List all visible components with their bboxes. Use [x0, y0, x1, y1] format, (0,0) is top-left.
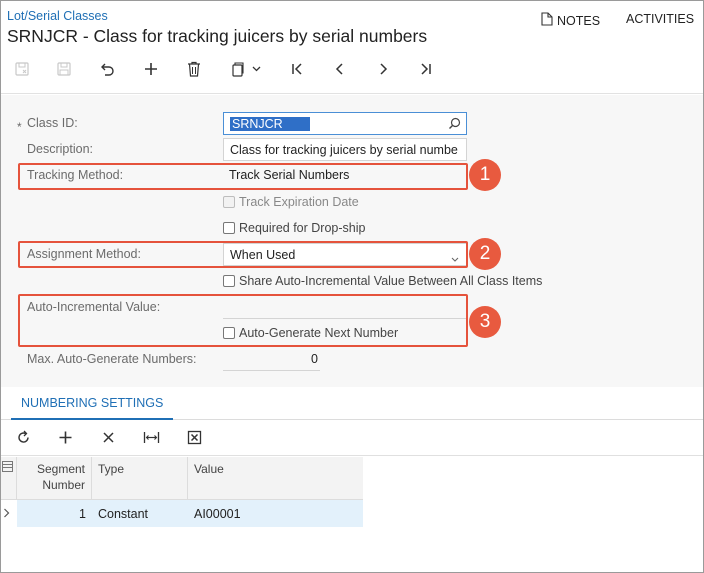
column-header-type[interactable]: Type: [92, 457, 188, 500]
undo-icon: [99, 61, 115, 77]
chevron-right-icon: [376, 62, 390, 76]
notes-label: NOTES: [557, 13, 601, 28]
undo-button[interactable]: [94, 56, 120, 82]
notes-button[interactable]: NOTES: [541, 12, 600, 29]
checkbox-box: [223, 222, 235, 234]
tab-numbering-settings[interactable]: NUMBERING SETTINGS: [11, 387, 174, 420]
fit-width-icon: [143, 431, 160, 447]
class-id-input[interactable]: SRNJCR: [223, 112, 467, 135]
max-auto-generate-underline: [223, 370, 320, 371]
class-id-label: Class ID:: [27, 116, 78, 130]
class-id-value: SRNJCR: [230, 116, 310, 131]
segment-header-line2: Number: [42, 478, 85, 492]
tab-bar: NUMBERING SETTINGS: [1, 387, 703, 420]
row-selector-header[interactable]: [1, 457, 17, 500]
plus-icon: [58, 430, 73, 448]
close-icon: [102, 431, 115, 447]
copy-icon: [230, 61, 246, 77]
max-auto-generate-input[interactable]: 0: [223, 352, 318, 366]
last-record-button[interactable]: [413, 56, 439, 82]
tracking-method-highlight: [18, 163, 468, 190]
column-header-value[interactable]: Value: [188, 457, 363, 500]
checkbox-box: [223, 196, 235, 208]
breadcrumb[interactable]: Lot/Serial Classes: [7, 9, 108, 23]
segment-header-line1: Segment: [36, 462, 85, 476]
grid-toolbar: [1, 421, 703, 456]
share-auto-incremental-label: Share Auto-Incremental Value Between All…: [239, 274, 543, 288]
activities-label: ACTIVITIES: [626, 12, 695, 26]
cell-segment-number[interactable]: 1: [17, 500, 92, 527]
required-marker: *: [17, 120, 22, 134]
max-auto-generate-label: Max. Auto-Generate Numbers:: [27, 352, 197, 366]
delete-row-button[interactable]: [95, 427, 121, 451]
first-record-button[interactable]: [284, 56, 310, 82]
share-auto-incremental-checkbox[interactable]: Share Auto-Incremental Value Between All…: [223, 274, 542, 288]
excel-icon: [187, 430, 202, 448]
add-button[interactable]: [138, 56, 164, 82]
chevron-left-icon: [333, 62, 347, 76]
callout-badge-1: 1: [469, 159, 501, 191]
chevron-down-icon: [252, 66, 261, 72]
plus-icon: [143, 61, 159, 77]
assignment-method-highlight: [18, 241, 468, 268]
auto-incremental-highlight: [18, 294, 468, 347]
track-expiration-label: Track Expiration Date: [239, 195, 359, 209]
description-label: Description:: [27, 142, 93, 156]
last-record-icon: [419, 62, 433, 76]
save-close-button[interactable]: [9, 56, 35, 82]
checkbox-box: [223, 275, 235, 287]
export-excel-button[interactable]: [181, 427, 207, 451]
column-header-segment-number[interactable]: Segment Number: [17, 457, 92, 500]
chevron-right-icon: [3, 507, 10, 521]
cell-type[interactable]: Constant: [92, 500, 188, 527]
page-header: Lot/Serial Classes SRNJCR - Class for tr…: [1, 1, 703, 94]
save-button[interactable]: [51, 56, 77, 82]
copy-paste-dropdown[interactable]: [223, 56, 267, 82]
trash-icon: [187, 61, 201, 77]
cell-value[interactable]: AI00001: [188, 500, 363, 527]
first-record-icon: [290, 62, 304, 76]
save-close-icon: [14, 61, 30, 77]
search-icon[interactable]: [448, 117, 461, 133]
refresh-button[interactable]: [10, 427, 36, 451]
required-dropship-label: Required for Drop-ship: [239, 221, 366, 235]
callout-badge-2: 2: [469, 238, 501, 270]
activities-button[interactable]: ACTIVITIES: [626, 12, 694, 26]
document-icon: [541, 12, 553, 29]
table-row[interactable]: 1 Constant AI00001: [1, 500, 363, 527]
table-settings-icon: [2, 461, 13, 475]
grid-header: Segment Number Type Value: [1, 457, 363, 500]
row-selector[interactable]: [1, 500, 17, 527]
refresh-icon: [16, 430, 31, 448]
next-record-button[interactable]: [370, 56, 396, 82]
fit-columns-button[interactable]: [138, 427, 164, 451]
save-icon: [56, 61, 72, 77]
add-row-button[interactable]: [52, 427, 78, 451]
previous-record-button[interactable]: [327, 56, 353, 82]
callout-badge-3: 3: [469, 306, 501, 338]
description-input[interactable]: Class for tracking juicers by serial num…: [223, 138, 467, 161]
track-expiration-checkbox[interactable]: Track Expiration Date: [223, 195, 359, 209]
page-title: SRNJCR - Class for tracking juicers by s…: [7, 26, 428, 46]
required-dropship-checkbox[interactable]: Required for Drop-ship: [223, 221, 365, 235]
delete-button[interactable]: [181, 56, 207, 82]
